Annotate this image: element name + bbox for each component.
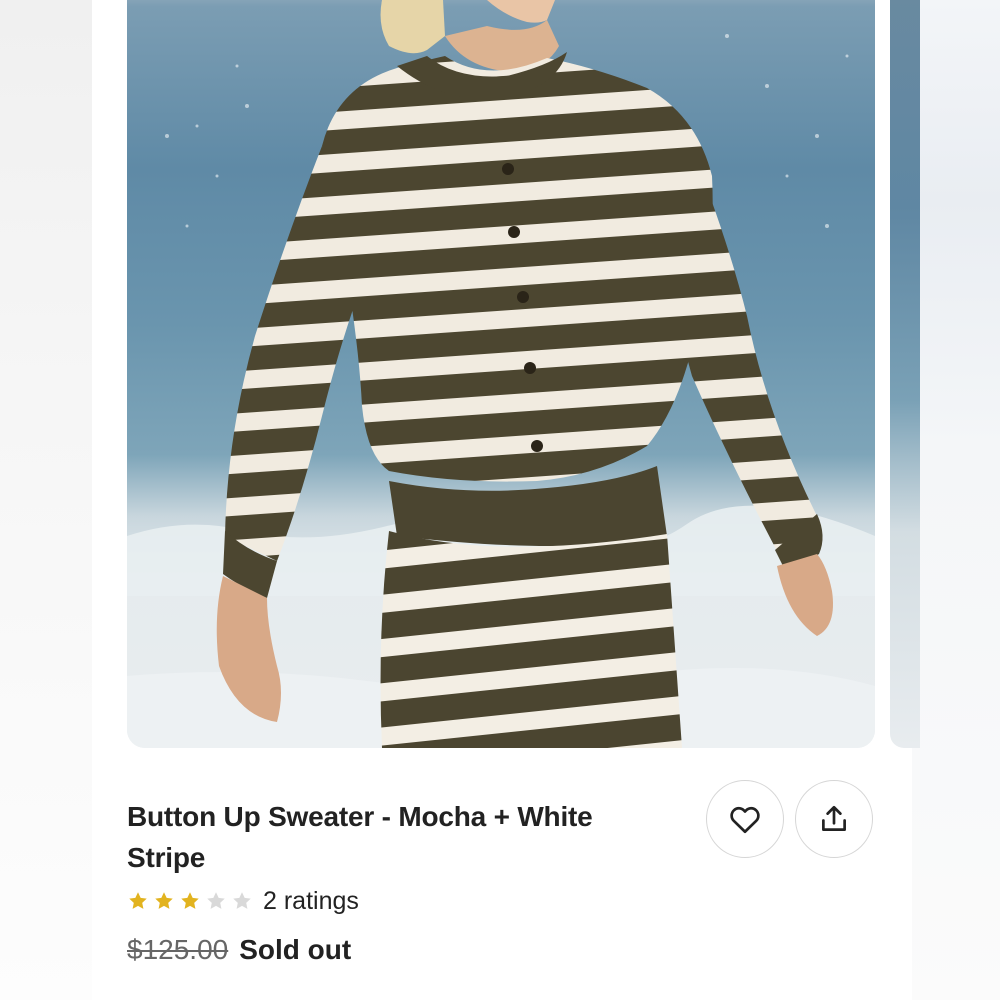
original-price: $125.00 <box>127 934 229 965</box>
star-icon <box>129 892 147 909</box>
star-icon <box>233 892 251 909</box>
star-icon <box>181 892 199 909</box>
favorite-button[interactable] <box>706 780 784 858</box>
price-row: $125.00 Sold out <box>127 934 351 966</box>
left-background-blur <box>0 0 92 1000</box>
heart-icon <box>730 806 760 834</box>
rating-summary[interactable]: 2 ratings <box>127 885 359 917</box>
product-image[interactable] <box>127 0 875 748</box>
ratings-count[interactable]: 2 ratings <box>263 887 359 916</box>
right-background-blur <box>912 0 1000 1000</box>
share-icon <box>822 805 846 831</box>
star-rating <box>127 890 253 912</box>
star-icon <box>207 892 225 909</box>
product-title: Button Up Sweater - Mocha + White Stripe <box>127 801 593 873</box>
next-product-image-peek[interactable] <box>890 0 920 748</box>
availability-status: Sold out <box>239 934 352 965</box>
share-button[interactable] <box>795 780 873 858</box>
star-icon <box>155 892 173 909</box>
